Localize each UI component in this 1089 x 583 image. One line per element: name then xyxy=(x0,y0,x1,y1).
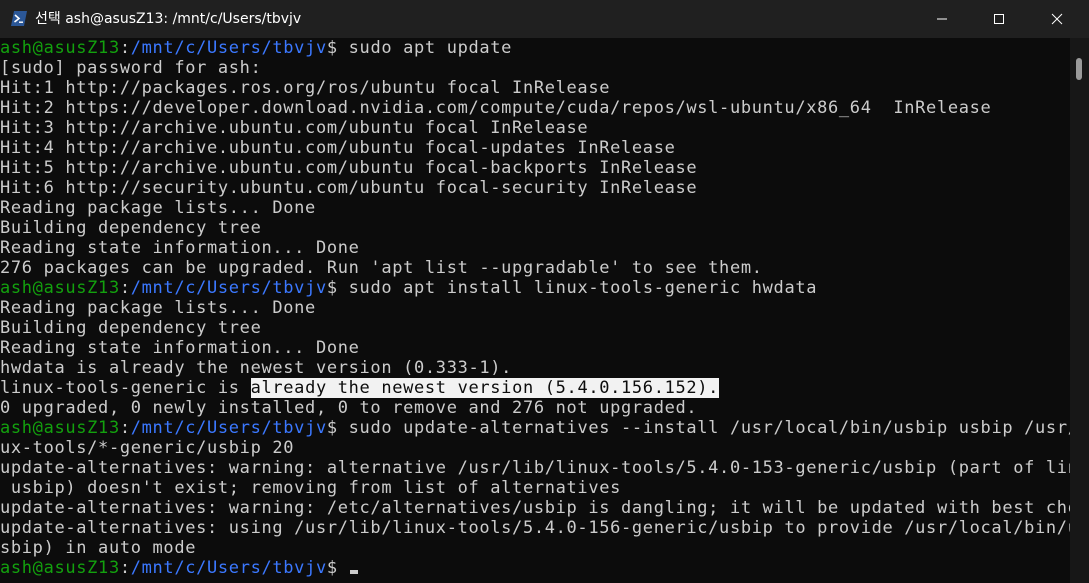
terminal-line: Reading package lists... Done xyxy=(0,198,316,218)
terminal-line: update-alternatives: using /usr/lib/linu… xyxy=(0,518,1070,538)
prompt-path: /mnt/c/Users/tbvjv xyxy=(130,418,327,438)
terminal-line: ux-tools/*-generic/usbip 20 xyxy=(0,438,295,458)
terminal-line: ash@asusZ13:/mnt/c/Users/tbvjv$ sudo upd… xyxy=(0,418,1070,438)
minimize-button[interactable] xyxy=(919,0,965,38)
output-text: linux-tools-generic is xyxy=(0,378,251,398)
close-icon xyxy=(1051,13,1063,25)
prompt-user: ash@asusZ13 xyxy=(0,278,120,298)
prompt-separator: : xyxy=(119,38,131,58)
terminal-line: hwdata is already the newest version (0.… xyxy=(0,358,513,378)
terminal-line: Reading state information... Done xyxy=(0,238,360,258)
terminal-line: Building dependency tree xyxy=(0,218,262,238)
prompt-separator: : xyxy=(119,558,131,578)
terminal-line: Hit:6 http://security.ubuntu.com/ubuntu … xyxy=(0,178,698,198)
terminal-line: linux-tools-generic is already the newes… xyxy=(0,378,1070,398)
minimize-icon xyxy=(937,18,947,20)
command-text: sudo apt install linux-tools-generic hwd… xyxy=(348,278,818,298)
prompt-separator: : xyxy=(119,278,131,298)
terminal-line: ash@asusZ13:/mnt/c/Users/tbvjv$ sudo apt… xyxy=(0,38,1070,58)
terminal-line: Hit:2 https://developer.download.nvidia.… xyxy=(0,98,992,118)
command-text: sudo apt update xyxy=(348,38,513,58)
terminal-output[interactable]: ash@asusZ13:/mnt/c/Users/tbvjv$ sudo apt… xyxy=(0,38,1070,583)
prompt-symbol: $ xyxy=(326,558,349,578)
prompt-user: ash@asusZ13 xyxy=(0,38,120,58)
title-bar[interactable]: 선택 ash@asusZ13: /mnt/c/Users/tbvjv xyxy=(0,0,1089,38)
text-cursor xyxy=(349,570,358,574)
terminal-line: 0 upgraded, 0 newly installed, 0 to remo… xyxy=(0,398,698,418)
maximize-icon xyxy=(994,14,1004,24)
terminal-line: ash@asusZ13:/mnt/c/Users/tbvjv$ xyxy=(0,558,1070,578)
maximize-button[interactable] xyxy=(976,0,1022,38)
terminal-line: Hit:4 http://archive.ubuntu.com/ubuntu f… xyxy=(0,138,676,158)
prompt-user: ash@asusZ13 xyxy=(0,558,120,578)
prompt-user: ash@asusZ13 xyxy=(0,418,120,438)
vertical-scrollbar[interactable] xyxy=(1070,38,1089,583)
terminal-line: Reading state information... Done xyxy=(0,338,360,358)
terminal-line: update-alternatives: warning: alternativ… xyxy=(0,458,1070,478)
terminal-line: 276 packages can be upgraded. Run 'apt l… xyxy=(0,258,763,278)
close-button[interactable] xyxy=(1034,0,1080,38)
terminal-line: sbip) in auto mode xyxy=(0,538,197,558)
prompt-path: /mnt/c/Users/tbvjv xyxy=(130,38,327,58)
terminal-line: usbip) doesn't exist; removing from list… xyxy=(0,478,622,498)
terminal-line: Hit:1 http://packages.ros.org/ros/ubuntu… xyxy=(0,78,611,98)
terminal-line: Hit:5 http://archive.ubuntu.com/ubuntu f… xyxy=(0,158,698,178)
prompt-path: /mnt/c/Users/tbvjv xyxy=(130,278,327,298)
terminal-line: Building dependency tree xyxy=(0,318,262,338)
prompt-separator: : xyxy=(119,418,131,438)
prompt-symbol: $ xyxy=(326,38,349,58)
terminal-line: Reading package lists... Done xyxy=(0,298,316,318)
terminal-window: 선택 ash@asusZ13: /mnt/c/Users/tbvjv ash@a… xyxy=(0,0,1089,583)
terminal-line: ash@asusZ13:/mnt/c/Users/tbvjv$ sudo apt… xyxy=(0,278,1070,298)
selected-text[interactable]: already the newest version (5.4.0.156.15… xyxy=(250,378,720,398)
powershell-icon xyxy=(11,11,27,26)
terminal-line: Hit:3 http://archive.ubuntu.com/ubuntu f… xyxy=(0,118,589,138)
prompt-path: /mnt/c/Users/tbvjv xyxy=(130,558,327,578)
scroll-thumb[interactable] xyxy=(1076,58,1082,80)
command-text: sudo update-alternatives --install /usr/… xyxy=(348,418,1070,438)
terminal-line: [sudo] password for ash: xyxy=(0,58,262,78)
window-title: 선택 ash@asusZ13: /mnt/c/Users/tbvjv xyxy=(35,11,302,27)
prompt-symbol: $ xyxy=(326,418,349,438)
prompt-symbol: $ xyxy=(326,278,349,298)
terminal-line: update-alternatives: warning: /etc/alter… xyxy=(0,498,1070,518)
